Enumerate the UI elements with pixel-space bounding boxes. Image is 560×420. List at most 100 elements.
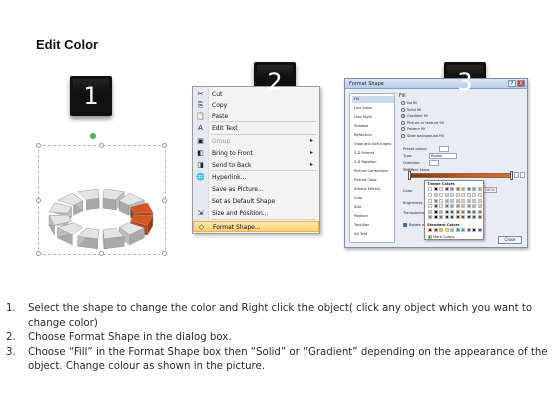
theme-color-shade-swatch[interactable] [428,193,432,197]
theme-color-shade-swatch[interactable] [477,193,482,197]
type-select[interactable]: Radial [429,153,457,159]
theme-color-shade-swatch[interactable] [428,204,432,208]
theme-color-shade-swatch[interactable] [455,198,460,203]
menu-item-edit-text[interactable]: A Edit Text [193,123,319,134]
theme-color-swatch[interactable] [450,187,454,191]
theme-color-shade-swatch[interactable] [428,198,432,203]
theme-color-swatch[interactable] [477,187,482,191]
category-artistic-effects[interactable]: Artistic Effects [352,186,394,193]
theme-color-swatch[interactable] [428,187,432,191]
menu-item-hyperlink[interactable]: 🌐 Hyperlink... [193,172,319,183]
more-colors-link[interactable]: More Colors... [433,235,458,239]
theme-color-swatch[interactable] [461,187,465,191]
category-3-d-rotation[interactable]: 3-D Rotation [352,159,394,166]
theme-color-shade-swatch[interactable] [444,198,449,203]
category-reflection[interactable]: Reflection [352,132,394,139]
resize-handle-bc[interactable] [99,251,104,256]
resize-handle-mr[interactable] [162,198,167,203]
category-crop[interactable]: Crop [352,195,394,202]
rotate-checkbox[interactable] [403,223,407,227]
category-picture-color[interactable]: Picture Color [352,177,394,184]
preset-colors-button[interactable] [439,146,449,152]
theme-color-swatch[interactable] [455,187,460,191]
resize-handle-tl[interactable] [36,143,41,148]
help-button[interactable]: ? [508,80,516,87]
theme-color-shade-swatch[interactable] [466,209,471,214]
theme-color-shade-swatch[interactable] [461,209,465,214]
fill-option-gradient-fill[interactable]: Gradient fill [401,114,428,118]
standard-color-swatch[interactable] [439,228,443,232]
menu-item-save-as-picture[interactable]: Save as Picture... [193,184,319,195]
theme-color-swatch[interactable] [439,187,443,191]
menu-item-size-and-position[interactable]: ⇲ Size and Position... [193,208,319,219]
dialog-close-button[interactable]: Close [498,236,522,244]
theme-color-shade-swatch[interactable] [450,193,454,197]
category-3-d-format[interactable]: 3-D Format [352,150,394,157]
theme-color-swatch[interactable] [444,187,449,191]
category-text-box[interactable]: Text Box [352,222,394,229]
standard-color-swatch[interactable] [455,228,460,232]
category-shadow[interactable]: Shadow [352,123,394,130]
category-alt-text[interactable]: Alt Text [352,231,394,238]
standard-color-swatch[interactable] [461,228,465,232]
gradient-stop-left[interactable] [408,171,411,180]
theme-color-shade-swatch[interactable] [472,198,476,203]
theme-color-shade-swatch[interactable] [450,209,454,214]
theme-color-shade-swatch[interactable] [477,215,482,219]
resize-handle-bl[interactable] [36,251,41,256]
resize-handle-tc[interactable] [99,143,104,148]
theme-color-swatch[interactable] [472,187,476,191]
add-stop-button[interactable] [514,172,519,178]
theme-color-shade-swatch[interactable] [472,193,476,197]
theme-color-shade-swatch[interactable] [439,209,443,214]
theme-color-shade-swatch[interactable] [450,198,454,203]
theme-color-shade-swatch[interactable] [439,193,443,197]
fill-option-no-fill[interactable]: No fill [401,101,417,105]
gradient-stop-right[interactable] [510,171,513,180]
resize-handle-ml[interactable] [36,198,41,203]
standard-color-swatch[interactable] [450,228,454,232]
theme-color-shade-swatch[interactable] [455,204,460,208]
ring-diagram[interactable] [39,146,167,256]
theme-color-shade-swatch[interactable] [455,209,460,214]
fill-option-picture-or-texture-fill[interactable]: Picture or texture fill [401,120,444,125]
category-line-color[interactable]: Line Color [352,105,394,112]
standard-color-swatch[interactable] [466,228,471,232]
theme-color-shade-swatch[interactable] [450,204,454,208]
menu-item-copy[interactable]: ⎘ Copy [193,100,319,111]
menu-item-bring-to-front[interactable]: ◧ Bring to Front ▸ [193,148,319,159]
rotation-handle[interactable] [90,133,96,139]
standard-color-swatch[interactable] [444,228,449,232]
theme-color-shade-swatch[interactable] [461,198,465,203]
theme-color-shade-swatch[interactable] [428,209,432,214]
radio-button[interactable] [401,133,405,138]
menu-item-cut[interactable]: ✂ Cut [193,89,319,100]
theme-color-shade-swatch[interactable] [439,215,443,219]
theme-color-shade-swatch[interactable] [461,204,465,208]
theme-color-shade-swatch[interactable] [472,204,476,208]
radio-button[interactable] [401,120,405,125]
theme-color-shade-swatch[interactable] [466,198,471,203]
theme-color-shade-swatch[interactable] [466,193,471,197]
category-line-style[interactable]: Line Style [352,114,394,121]
theme-color-shade-swatch[interactable] [433,198,438,203]
theme-color-shade-swatch[interactable] [433,193,438,197]
theme-color-swatch[interactable] [433,187,438,191]
resize-handle-br[interactable] [162,251,167,256]
category-position[interactable]: Position [352,213,394,220]
category-fill[interactable]: Fill [352,96,394,103]
selected-ring-shape[interactable] [36,143,167,256]
theme-color-shade-swatch[interactable] [444,209,449,214]
ring-segment[interactable] [77,227,100,250]
standard-color-swatch[interactable] [428,228,432,232]
menu-item-set-as-default-shape[interactable]: Set as Default Shape [193,196,319,207]
theme-color-shade-swatch[interactable] [433,209,438,214]
direction-button[interactable] [429,160,439,166]
theme-color-shade-swatch[interactable] [455,215,460,219]
theme-color-shade-swatch[interactable] [472,215,476,219]
resize-handle-tr[interactable] [162,143,167,148]
theme-color-shade-swatch[interactable] [466,215,471,219]
menu-item-group[interactable]: ▣ Group ▸ [193,136,319,147]
standard-color-swatch[interactable] [477,228,482,232]
radio-button[interactable] [401,107,405,112]
